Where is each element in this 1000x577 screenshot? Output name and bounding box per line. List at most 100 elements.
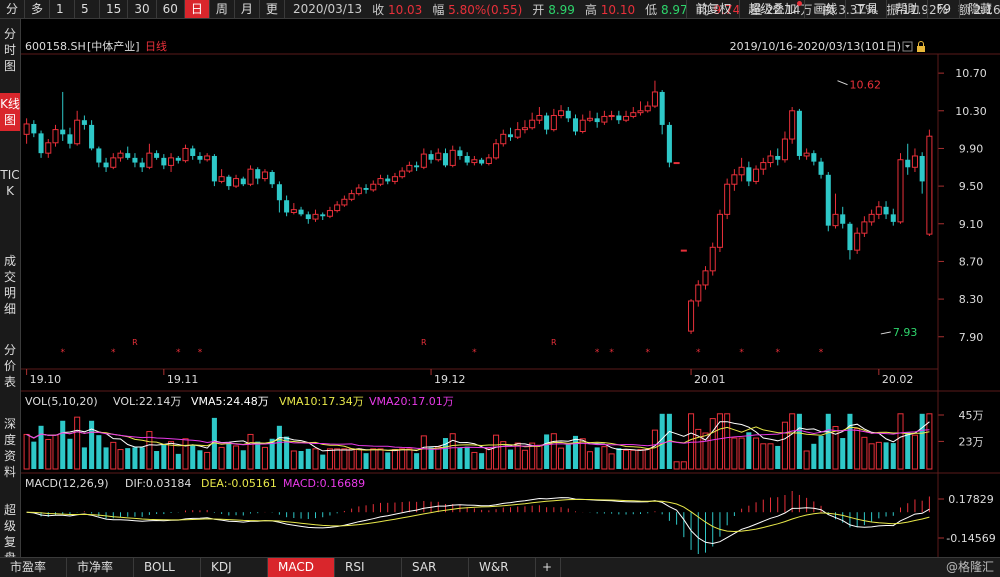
- period-tab[interactable]: 30分: [128, 0, 157, 34]
- candle-body: [623, 115, 630, 121]
- candle-body: [326, 210, 333, 217]
- vma20-value: VMA20:17.01万: [369, 395, 454, 408]
- volume-bar: [125, 448, 131, 469]
- sidebar-tab[interactable]: TICK: [0, 164, 20, 202]
- indicator-tab[interactable]: MACD: [268, 558, 335, 577]
- candle: [716, 209, 723, 253]
- toolbar-button[interactable]: 超级叠加: [739, 0, 804, 18]
- candle-body: [406, 164, 413, 172]
- star-marker: *: [111, 348, 116, 358]
- indicator-tab[interactable]: W&R: [469, 558, 536, 577]
- indicator-tab[interactable]: 市盈率: [0, 558, 67, 577]
- period-tab[interactable]: 分时: [0, 0, 26, 34]
- candle-body: [197, 155, 203, 160]
- candle-body: [38, 133, 44, 154]
- candle-body: [832, 213, 839, 227]
- toolbar-button[interactable]: 前复权: [686, 0, 739, 18]
- indicator-tab[interactable]: 市净率: [67, 558, 134, 577]
- candle-body: [464, 155, 470, 163]
- candle-body: [161, 157, 167, 166]
- volume-bar: [811, 443, 817, 469]
- period-tab[interactable]: 多日: [25, 0, 51, 34]
- candle-body: [385, 178, 391, 182]
- kline-chart[interactable]: 600158.SH [中体产业] 日线 2019/10/16-2020/03/1…: [21, 19, 1000, 557]
- volume-bar: [81, 447, 87, 469]
- volume-bar: [746, 432, 752, 469]
- candle-body: [659, 91, 665, 125]
- sidebar-tab[interactable]: K线图: [0, 93, 20, 131]
- candle-body: [811, 153, 817, 162]
- macd-value: MACD:0.16689: [283, 477, 365, 490]
- period-tab[interactable]: 周: [210, 0, 235, 18]
- period-tab[interactable]: 日: [184, 0, 210, 18]
- date-label: 19.12: [434, 373, 466, 386]
- volume-bar: [796, 413, 802, 469]
- candle-body: [312, 213, 319, 220]
- candle: [825, 171, 831, 232]
- toolbar-button[interactable]: F9: [927, 0, 959, 18]
- candle-body: [67, 134, 73, 144]
- sidebar-tab[interactable]: 成交明细: [0, 250, 20, 320]
- candle-body: [796, 110, 802, 156]
- indicator-tab[interactable]: BOLL: [134, 558, 201, 577]
- candle-body: [825, 174, 831, 226]
- volume-bar: [190, 445, 196, 469]
- star-marker: *: [609, 348, 614, 358]
- volume-bar: [197, 450, 203, 469]
- r-marker: R: [421, 338, 427, 347]
- period-tab[interactable]: 月: [235, 0, 260, 18]
- candle-body: [89, 124, 95, 149]
- period-tab[interactable]: 1分: [50, 0, 76, 34]
- sidebar-tab[interactable]: 分价表: [0, 339, 20, 393]
- top-toolbar: 分时多日1分5分15分30分60分日周月更多 2020/03/13 收 10.0…: [0, 0, 1000, 34]
- candle: [926, 129, 933, 237]
- candle-body: [479, 159, 485, 164]
- star-marker: *: [176, 348, 181, 358]
- sidebar-tab[interactable]: 深度资料: [0, 413, 20, 483]
- low-value: 8.97: [660, 2, 688, 17]
- candle-body: [536, 114, 543, 121]
- volume-bar: [139, 447, 145, 469]
- candle-body: [363, 187, 369, 190]
- candle-body: [883, 206, 889, 215]
- period-tab[interactable]: 60分: [157, 0, 185, 34]
- volume-bar: [154, 451, 160, 469]
- indicator-tab[interactable]: +: [536, 558, 561, 577]
- close-value: 10.03: [387, 2, 423, 17]
- candle-body: [399, 170, 406, 178]
- period-tab[interactable]: 15分: [100, 0, 129, 34]
- indicator-tab[interactable]: RSI: [335, 558, 402, 577]
- toolbar-button[interactable]: 帮助: [886, 0, 927, 18]
- period-tab[interactable]: 更多: [260, 0, 285, 34]
- candle-body: [514, 129, 521, 138]
- candle-body: [31, 123, 37, 134]
- candle-body: [290, 209, 297, 213]
- candle-body: [261, 171, 268, 180]
- toolbar-button[interactable]: 隐藏: [958, 0, 1000, 18]
- price-tick-label: 9.50: [959, 180, 984, 193]
- star-marker: *: [739, 348, 744, 358]
- volume-bar: [890, 443, 896, 469]
- price-tick-label: 7.90: [959, 331, 984, 344]
- candle-body: [255, 169, 261, 179]
- period-tab[interactable]: 5分: [75, 0, 101, 34]
- candle-body: [666, 124, 672, 163]
- volume-bar: [919, 413, 925, 469]
- toolbar-button[interactable]: 画线: [804, 0, 845, 18]
- volume-bar: [507, 449, 514, 469]
- sidebar-tab[interactable]: 分时图: [0, 23, 20, 77]
- candle-body: [709, 246, 716, 272]
- volume-bar: [240, 450, 246, 469]
- dif-value: DIF:0.03184: [125, 477, 191, 490]
- star-marker: *: [198, 348, 203, 358]
- candle-body: [269, 171, 275, 185]
- min-marker-label: 7.93: [893, 326, 918, 339]
- chart-stock-name: [中体产业]: [87, 39, 140, 53]
- candle-body: [840, 214, 846, 224]
- toolbar-button[interactable]: 工具: [845, 0, 886, 18]
- candle-body: [550, 114, 557, 131]
- candle-body: [753, 168, 760, 182]
- indicator-tab[interactable]: SAR: [402, 558, 469, 577]
- notification-dot: [797, 1, 803, 6]
- indicator-tab[interactable]: KDJ: [201, 558, 268, 577]
